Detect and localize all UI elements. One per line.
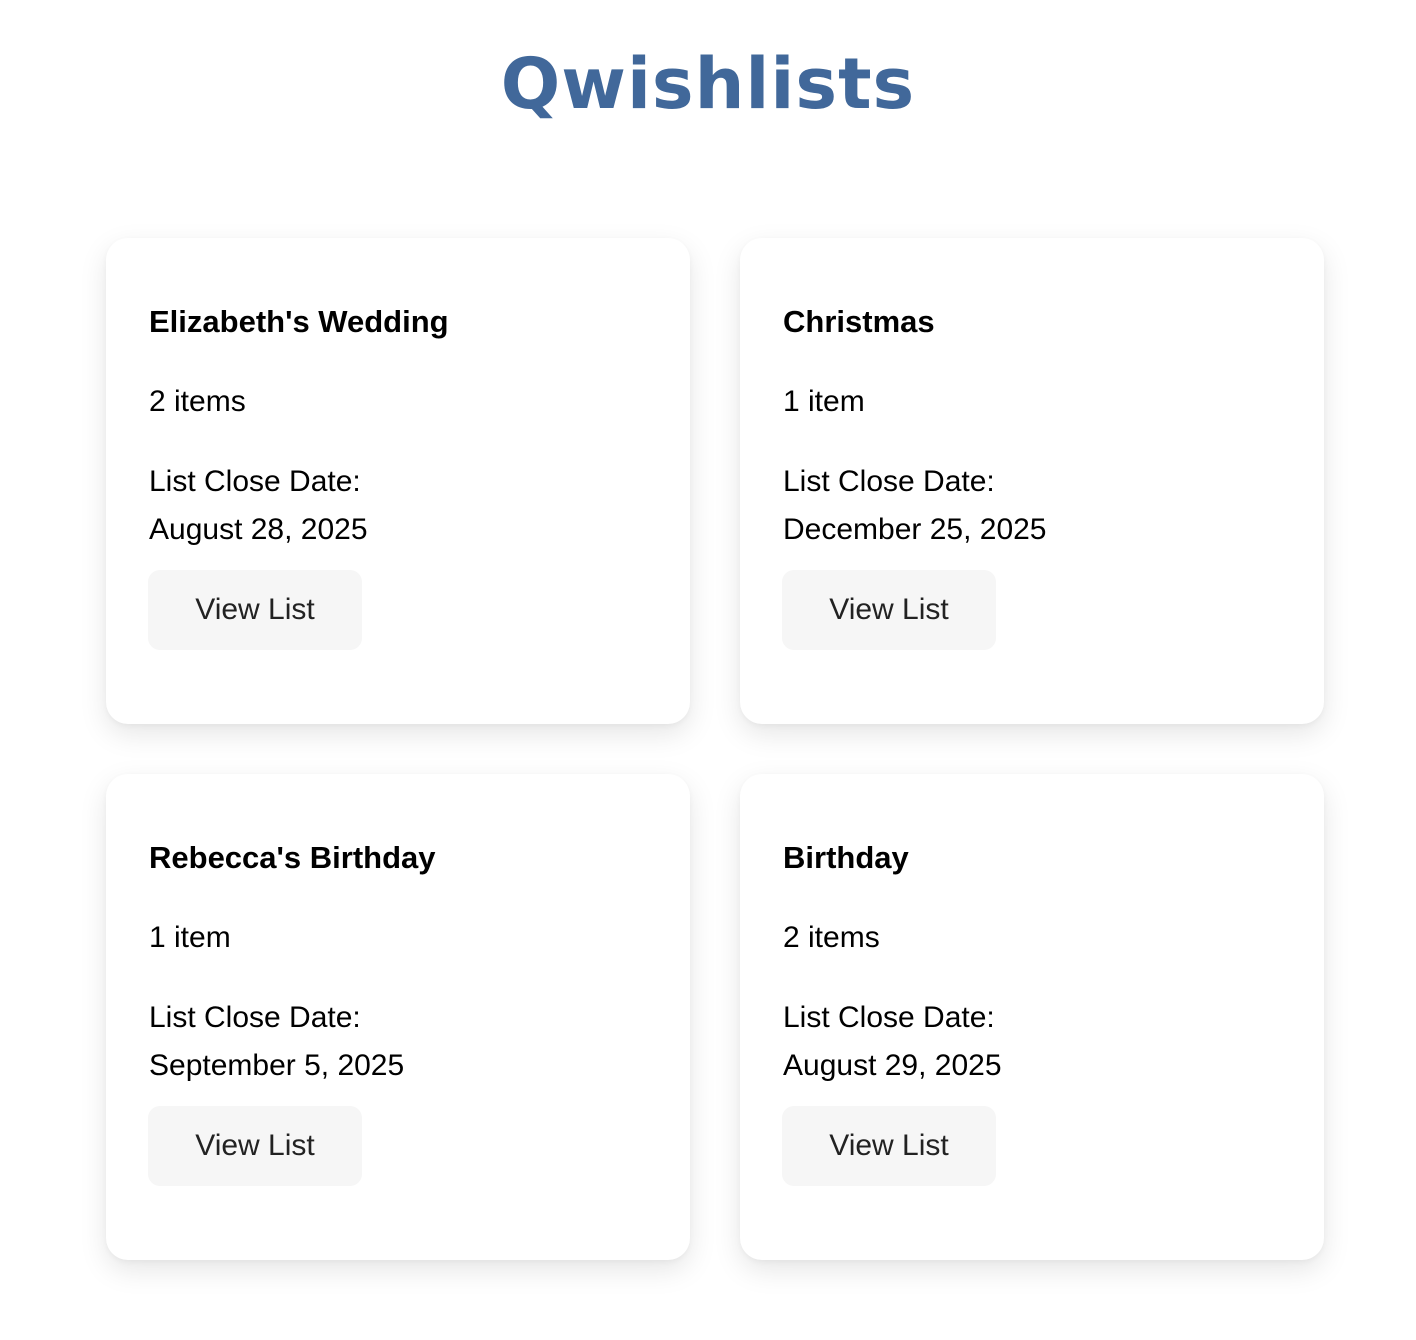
item-count: 2 items (783, 921, 880, 954)
wishlist-card: Elizabeth's Wedding 2 items List Close D… (106, 238, 690, 724)
wishlist-title: Birthday (783, 840, 909, 875)
item-count: 1 item (149, 921, 231, 954)
wishlist-card: Christmas 1 item List Close Date: Decemb… (740, 238, 1324, 724)
wishlist-title: Elizabeth's Wedding (149, 304, 449, 339)
item-count: 1 item (783, 385, 865, 418)
wishlist-title: Rebecca's Birthday (149, 840, 436, 875)
view-list-button[interactable]: View List (782, 570, 996, 650)
view-list-button[interactable]: View List (148, 570, 362, 650)
close-date-label: List Close Date: (149, 465, 361, 498)
item-count: 2 items (149, 385, 246, 418)
close-date-label: List Close Date: (783, 1001, 995, 1034)
site-title: Qwishlists (500, 43, 916, 125)
wishlist-card: Rebecca's Birthday 1 item List Close Dat… (106, 774, 690, 1260)
close-date-label: List Close Date: (783, 465, 995, 498)
view-list-button[interactable]: View List (148, 1106, 362, 1186)
view-list-button[interactable]: View List (782, 1106, 996, 1186)
close-date-label: List Close Date: (149, 1001, 361, 1034)
wishlist-card: Birthday 2 items List Close Date: August… (740, 774, 1324, 1260)
close-date-value: August 28, 2025 (149, 513, 368, 546)
close-date-value: September 5, 2025 (149, 1049, 405, 1082)
wishlist-title: Christmas (783, 304, 935, 339)
close-date-value: August 29, 2025 (783, 1049, 1002, 1082)
close-date-value: December 25, 2025 (783, 513, 1047, 546)
